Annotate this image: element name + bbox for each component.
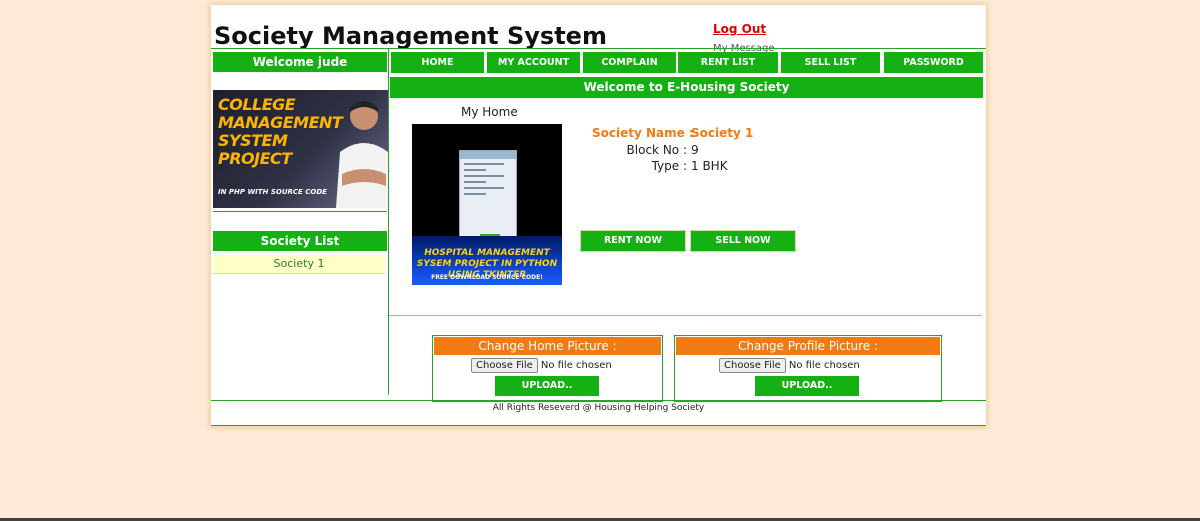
picture-subline: FREE DOWNLOAD SOURCE CODE!	[431, 274, 543, 281]
page-container: Society Management System Log Out My Mes…	[211, 5, 986, 426]
nav-complain[interactable]: COMPLAIN	[583, 52, 676, 73]
society-name-value: Society 1	[691, 126, 754, 140]
home-upload-button[interactable]: UPLOAD..	[495, 376, 599, 396]
block-no-value: 9	[691, 143, 699, 157]
nav-rent-list[interactable]: RENT LIST	[678, 52, 778, 73]
welcome-banner: Welcome jude	[213, 52, 387, 72]
block-no-label: Block No :	[626, 143, 687, 157]
site-title: Society Management System	[214, 22, 607, 50]
type-value: 1 BHK	[691, 159, 728, 173]
main-content: Welcome to E-Housing Society My Home HOS…	[389, 76, 986, 402]
profile-choose-file-button[interactable]: Choose File	[719, 358, 786, 373]
nav-password[interactable]: PASSWORD	[884, 52, 983, 73]
home-picture: HOSPITAL MANAGEMENT SYSEM PROJECT IN PYT…	[412, 124, 562, 285]
sidebar: Welcome jude COLLEGE MANAGEMENT SYSTEM P…	[211, 49, 389, 395]
content-divider	[389, 315, 982, 316]
nav-sell-list[interactable]: SELL LIST	[781, 52, 880, 73]
profile-file-input[interactable]: Choose File No file chosen	[719, 358, 860, 373]
sell-now-button[interactable]: SELL NOW	[690, 230, 796, 252]
footer-text: All Rights Reseverd @ Housing Helping So…	[492, 403, 705, 413]
home-choose-file-button[interactable]: Choose File	[471, 358, 538, 373]
content-heading: Welcome to E-Housing Society	[390, 77, 983, 98]
type-label: Type :	[651, 159, 687, 173]
person-photo-icon	[336, 101, 388, 208]
nav-home[interactable]: HOME	[391, 52, 484, 73]
rent-now-button[interactable]: RENT NOW	[580, 230, 686, 252]
profile-upload-title: Change Profile Picture :	[676, 337, 940, 355]
promo-subline: IN PHP WITH SOURCE CODE	[218, 188, 327, 196]
nav-my-account[interactable]: MY ACCOUNT	[487, 52, 580, 73]
society-list-item[interactable]: Society 1	[213, 255, 385, 274]
society-list-title: Society List	[213, 231, 387, 251]
home-picture-upload-box: Change Home Picture : Choose File No file…	[432, 335, 663, 402]
home-upload-title: Change Home Picture :	[434, 337, 661, 355]
profile-file-status: No file chosen	[788, 360, 860, 371]
app-window-icon	[459, 150, 517, 246]
society-name-label: Society Name :	[592, 126, 694, 140]
profile-picture-upload-box: Change Profile Picture : Choose File No f…	[674, 335, 942, 402]
sidebar-divider	[213, 211, 387, 212]
home-file-input[interactable]: Choose File No file chosen	[471, 358, 612, 373]
logout-link[interactable]: Log Out	[713, 22, 766, 36]
promo-banner-image[interactable]: COLLEGE MANAGEMENT SYSTEM PROJECT IN PHP…	[213, 90, 388, 208]
promo-headline: COLLEGE MANAGEMENT SYSTEM PROJECT	[218, 95, 343, 168]
home-file-status: No file chosen	[540, 360, 612, 371]
footer-divider	[211, 400, 986, 401]
profile-upload-button[interactable]: UPLOAD..	[755, 376, 859, 396]
my-home-label: My Home	[461, 105, 518, 119]
